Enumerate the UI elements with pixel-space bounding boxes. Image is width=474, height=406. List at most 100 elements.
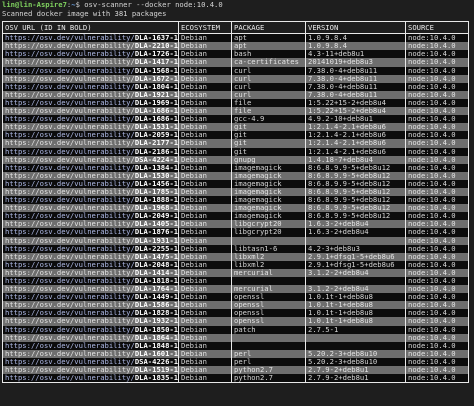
osv-url-cell[interactable]: https://osv.dev/vulnerability/DLA-1475-1 (2, 252, 179, 261)
package-cell: libgcrypt20 (231, 228, 306, 237)
table-row: https://osv.dev/vulnerability/DLA-2210-1… (2, 42, 469, 51)
osv-url-cell[interactable]: https://osv.dev/vulnerability/DLA-1414-1 (2, 268, 179, 277)
osv-url-cell[interactable]: https://osv.dev/vulnerability/DLA-1586-1 (2, 301, 179, 310)
osv-url-cell[interactable]: https://osv.dev/vulnerability/DLA-1531-1 (2, 123, 179, 132)
version-cell: 1.6.3-2+deb8u4 (305, 228, 406, 237)
osv-url-cell[interactable]: https://osv.dev/vulnerability/DLA-1848-1 (2, 341, 179, 350)
osv-url-cell[interactable]: https://osv.dev/vulnerability/DLA-1818-1 (2, 277, 179, 286)
osv-url-prefix: https://osv.dev/vulnerability/ (5, 366, 135, 375)
osv-url-cell[interactable]: https://osv.dev/vulnerability/DLA-1932-1 (2, 317, 179, 326)
osv-url-cell[interactable]: https://osv.dev/vulnerability/DSA-4226-1 (2, 357, 179, 367)
osv-url-cell[interactable]: https://osv.dev/vulnerability/DLA-2049-1 (2, 212, 179, 221)
osv-url-cell[interactable]: https://osv.dev/vulnerability/DLA-1764-1 (2, 285, 179, 294)
vulnerability-id: DLA-1785-1 (134, 187, 179, 196)
ecosystem-cell: Debian (178, 131, 232, 140)
osv-url-prefix: https://osv.dev/vulnerability/ (5, 147, 135, 156)
package-cell: git (231, 123, 306, 132)
version-cell (305, 236, 406, 245)
osv-url-cell[interactable]: https://osv.dev/vulnerability/DLA-1417-1 (2, 58, 179, 67)
ecosystem-cell: Debian (178, 147, 232, 156)
osv-url-cell[interactable]: https://osv.dev/vulnerability/DSA-4224-1 (2, 155, 179, 164)
osv-url-cell[interactable]: https://osv.dev/vulnerability/DLA-1384-1 (2, 163, 179, 172)
osv-url-cell[interactable]: https://osv.dev/vulnerability/DLA-2177-1 (2, 139, 179, 148)
osv-url-cell[interactable]: https://osv.dev/vulnerability/DLA-1686-1 (2, 115, 179, 124)
table-row: https://osv.dev/vulnerability/DLA-1637-1… (2, 33, 469, 43)
command-line: lin@lin-Aspire7:~$ osv-scanner --docker … (2, 1, 223, 9)
osv-url-cell[interactable]: https://osv.dev/vulnerability/DLA-1864-1 (2, 333, 179, 342)
source-cell: node:10.4.0 (405, 301, 469, 310)
header-ecosystem: ECOSYSTEM (178, 21, 232, 35)
osv-url-cell[interactable]: https://osv.dev/vulnerability/DLA-2048-1 (2, 260, 179, 269)
package-cell: imagemagick (231, 204, 306, 213)
source-cell: node:10.4.0 (405, 98, 469, 108)
vulnerability-id: DLA-2255-1 (134, 244, 179, 253)
osv-url-cell[interactable]: https://osv.dev/vulnerability/DLA-1876-1 (2, 228, 179, 237)
table-row: https://osv.dev/vulnerability/DLA-1586-1… (2, 301, 469, 310)
ecosystem-cell: Debian (178, 179, 232, 188)
version-cell: 8:6.8.9.9-5+deb8u12 (305, 196, 406, 205)
table-header-row: OSV URL (ID IN BOLD) ECOSYSTEM PACKAGE V… (2, 21, 469, 35)
osv-url-cell[interactable]: https://osv.dev/vulnerability/DLA-1519-1 (2, 366, 179, 375)
osv-url-cell[interactable]: https://osv.dev/vulnerability/DLA-1835-1 (2, 374, 179, 384)
osv-url-cell[interactable]: https://osv.dev/vulnerability/DLA-1850-1 (2, 325, 179, 334)
osv-url-cell[interactable]: https://osv.dev/vulnerability/DLA-1969-1 (2, 98, 179, 108)
osv-url-cell[interactable]: https://osv.dev/vulnerability/DLA-1449-1 (2, 293, 179, 302)
table-row: https://osv.dev/vulnerability/DLA-1876-1… (2, 228, 469, 237)
ecosystem-cell: Debian (178, 285, 232, 294)
version-cell: 1:2.1.4-2.1+deb8u6 (305, 139, 406, 148)
osv-url-cell[interactable]: https://osv.dev/vulnerability/DLA-1785-1 (2, 187, 179, 197)
osv-url-cell[interactable]: https://osv.dev/vulnerability/DLA-1931-1 (2, 236, 179, 245)
osv-url-cell[interactable]: https://osv.dev/vulnerability/DLA-2255-1 (2, 244, 179, 253)
osv-url-prefix: https://osv.dev/vulnerability/ (5, 50, 135, 59)
table-row: https://osv.dev/vulnerability/DLA-1804-1… (2, 82, 469, 91)
osv-url-cell[interactable]: https://osv.dev/vulnerability/DLA-1726-1 (2, 50, 179, 59)
ecosystem-cell: Debian (178, 317, 232, 326)
vulnerability-id: DLA-1449-1 (134, 293, 179, 302)
osv-url-cell[interactable]: https://osv.dev/vulnerability/DLA-1456-1 (2, 179, 179, 188)
table-row: https://osv.dev/vulnerability/DSA-4226-1… (2, 357, 469, 367)
osv-url-cell[interactable]: https://osv.dev/vulnerability/DLA-2059-1 (2, 131, 179, 140)
version-cell: 8:6.8.9.9-5+deb8u12 (305, 187, 406, 197)
osv-url-prefix: https://osv.dev/vulnerability/ (5, 317, 135, 326)
osv-url-prefix: https://osv.dev/vulnerability/ (5, 333, 135, 342)
osv-url-prefix: https://osv.dev/vulnerability/ (5, 260, 135, 269)
source-cell: node:10.4.0 (405, 163, 469, 172)
version-cell: 7.38.0-4+deb8u11 (305, 74, 406, 83)
table-row: https://osv.dev/vulnerability/DLA-1785-1… (2, 187, 469, 197)
osv-url-cell[interactable]: https://osv.dev/vulnerability/DLA-1888-1 (2, 196, 179, 205)
package-cell: file (231, 107, 306, 116)
ecosystem-cell: Debian (178, 293, 232, 302)
vulnerability-id: DLA-1835-1 (134, 374, 179, 383)
osv-url-cell[interactable]: https://osv.dev/vulnerability/DLA-1637-1 (2, 33, 179, 43)
scan-status: Scanned docker image with 381 packages (2, 9, 167, 18)
ecosystem-cell: Debian (178, 107, 232, 116)
ecosystem-cell: Debian (178, 187, 232, 197)
osv-url-cell[interactable]: https://osv.dev/vulnerability/DLA-1686-1 (2, 107, 179, 116)
osv-url-prefix: https://osv.dev/vulnerability/ (5, 131, 135, 140)
source-cell: node:10.4.0 (405, 236, 469, 245)
osv-url-cell[interactable]: https://osv.dev/vulnerability/DLA-1530-1 (2, 171, 179, 180)
vulnerability-id: DLA-1888-1 (134, 196, 179, 205)
vulnerability-id: DLA-1818-1 (134, 277, 179, 285)
osv-url-cell[interactable]: https://osv.dev/vulnerability/DLA-2210-1 (2, 42, 179, 51)
osv-url-prefix: https://osv.dev/vulnerability/ (5, 349, 135, 358)
source-cell: node:10.4.0 (405, 147, 469, 156)
osv-url-cell[interactable]: https://osv.dev/vulnerability/DLA-1921-1 (2, 90, 179, 99)
osv-url-cell[interactable]: https://osv.dev/vulnerability/DLA-1405-1 (2, 220, 179, 229)
version-cell: 1:5.22+15-2+deb8u4 (305, 98, 406, 108)
osv-url-prefix: https://osv.dev/vulnerability/ (5, 212, 135, 221)
osv-url-cell[interactable]: https://osv.dev/vulnerability/DLA-2186-1 (2, 147, 179, 156)
osv-url-cell[interactable]: https://osv.dev/vulnerability/DLA-1828-1 (2, 309, 179, 318)
terminal-window[interactable]: lin@lin-Aspire7:~$ osv-scanner --docker … (0, 0, 474, 406)
osv-url-cell[interactable]: https://osv.dev/vulnerability/DLA-1968-1 (2, 204, 179, 213)
osv-url-cell[interactable]: https://osv.dev/vulnerability/DLA-1601-1 (2, 349, 179, 358)
package-cell: openssl (231, 309, 306, 318)
osv-url-cell[interactable]: https://osv.dev/vulnerability/DLA-1804-1 (2, 82, 179, 91)
table-row: https://osv.dev/vulnerability/DLA-1921-1… (2, 90, 469, 99)
osv-url-cell[interactable]: https://osv.dev/vulnerability/DLA-1568-1 (2, 66, 179, 75)
osv-url-prefix: https://osv.dev/vulnerability/ (5, 42, 135, 51)
ecosystem-cell: Debian (178, 139, 232, 148)
osv-url-cell[interactable]: https://osv.dev/vulnerability/DLA-1672-1 (2, 74, 179, 83)
version-cell: 4.3-11+deb8u1 (305, 50, 406, 59)
vulnerability-id: DLA-1568-1 (134, 66, 179, 75)
